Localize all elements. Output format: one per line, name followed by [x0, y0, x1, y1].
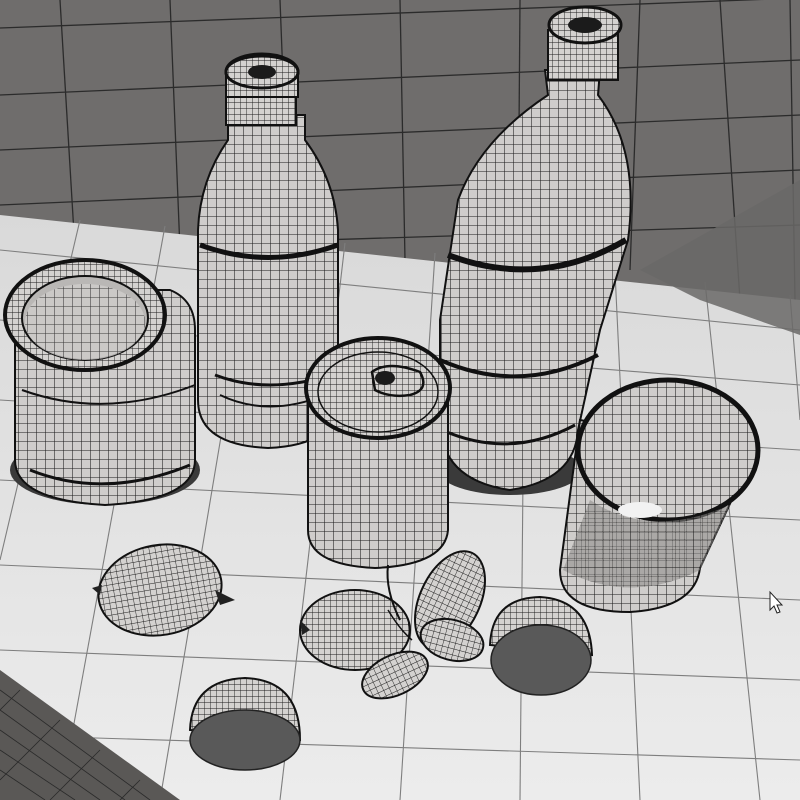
soda-can-mesh[interactable]: [304, 336, 452, 570]
lemon-half-left-mesh[interactable]: [188, 676, 302, 771]
3d-viewport[interactable]: [0, 0, 800, 800]
jar-mesh[interactable]: [3, 258, 200, 507]
lemon-half-right-mesh[interactable]: [488, 595, 594, 696]
